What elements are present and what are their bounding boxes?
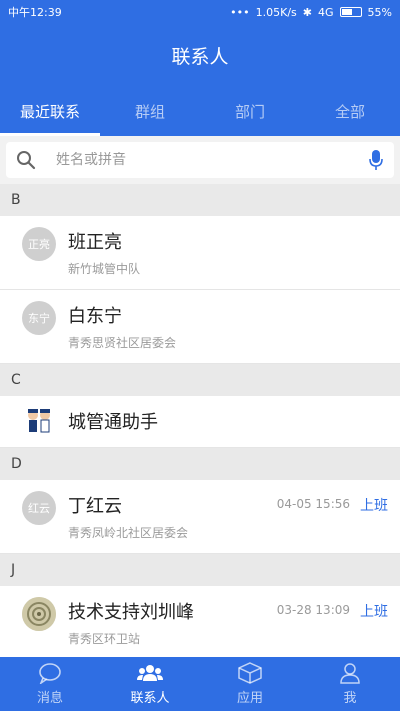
more-dots-icon: ••• — [230, 5, 250, 19]
assistant-avatar-icon — [22, 405, 56, 439]
last-contact-time: 04-05 15:56 — [276, 497, 350, 511]
nav-contacts[interactable]: 联系人 — [100, 657, 200, 711]
nav-label: 应用 — [236, 691, 263, 706]
contact-list: B 正亮 班正亮 新竹城管中队 东宁 白东宁 青秀思贤社区居委会 C 城管通助手… — [0, 184, 400, 660]
status-bar: 中午12:39 ••• 1.05K/s ✱ 4G 55% — [0, 0, 400, 24]
contact-row[interactable]: 东宁 白东宁 青秀思贤社区居委会 — [0, 290, 400, 364]
app-header: 联系人 最近联系 群组 部门 全部 — [0, 24, 400, 136]
battery-level: 55% — [367, 5, 392, 19]
clock: 中午12:39 — [8, 6, 62, 19]
contact-name: 丁红云 — [68, 496, 122, 517]
person-icon — [340, 663, 360, 684]
bluetooth-icon: ✱ — [302, 5, 313, 19]
contact-org: 新竹城管中队 — [68, 262, 141, 276]
contact-org: 青秀思贤社区居委会 — [68, 336, 177, 350]
battery-icon — [339, 7, 362, 17]
contact-row[interactable]: 红云 丁红云 青秀凤岭北社区居委会 04-05 15:56 上班 — [0, 480, 400, 554]
tab-recent[interactable]: 最近联系 — [0, 86, 100, 136]
section-header: D — [0, 448, 400, 480]
contact-name: 城管通助手 — [68, 412, 158, 433]
tab-departments[interactable]: 部门 — [200, 86, 300, 136]
search-input[interactable] — [56, 152, 368, 168]
contact-name: 技术支持刘圳峰 — [68, 602, 194, 623]
status-badge: 上班 — [360, 604, 388, 620]
contacts-icon — [137, 665, 163, 681]
status-badge: 上班 — [360, 498, 388, 514]
tab-all[interactable]: 全部 — [300, 86, 400, 136]
section-header: J — [0, 554, 400, 586]
contact-name: 白东宁 — [68, 306, 122, 327]
avatar: 红云 — [22, 491, 56, 525]
page-title: 联系人 — [171, 46, 229, 68]
nav-label: 我 — [343, 691, 357, 706]
microphone-icon[interactable] — [368, 149, 384, 171]
nav-apps[interactable]: 应用 — [200, 657, 300, 711]
tab-groups[interactable]: 群组 — [100, 86, 200, 136]
contact-row[interactable]: 正亮 班正亮 新竹城管中队 — [0, 216, 400, 290]
nav-messages[interactable]: 消息 — [0, 657, 100, 711]
nav-label: 联系人 — [130, 691, 170, 706]
search-icon[interactable] — [16, 150, 36, 170]
contact-name: 班正亮 — [68, 232, 122, 253]
section-header: B — [0, 184, 400, 216]
last-contact-time: 03-28 13:09 — [276, 603, 350, 617]
contact-org: 青秀区环卫站 — [68, 632, 141, 646]
avatar: 正亮 — [22, 227, 56, 261]
search-bar — [6, 142, 394, 178]
contact-org: 青秀凤岭北社区居委会 — [68, 526, 189, 540]
tab-bar: 最近联系 群组 部门 全部 — [0, 86, 400, 136]
cube-icon — [238, 662, 262, 684]
nav-label: 消息 — [36, 691, 63, 706]
section-header: C — [0, 364, 400, 396]
network-speed: 1.05K/s — [255, 5, 297, 19]
avatar: 东宁 — [22, 301, 56, 335]
contact-row[interactable]: 城管通助手 — [0, 396, 400, 448]
nav-me[interactable]: 我 — [300, 657, 400, 711]
contact-row[interactable]: 技术支持刘圳峰 青秀区环卫站 03-28 13:09 上班 — [0, 586, 400, 660]
photo-avatar — [22, 597, 56, 631]
chat-bubble-icon — [39, 663, 61, 684]
bottom-nav: 消息 联系人 应用 我 — [0, 657, 400, 711]
network-type: 4G — [318, 5, 334, 19]
